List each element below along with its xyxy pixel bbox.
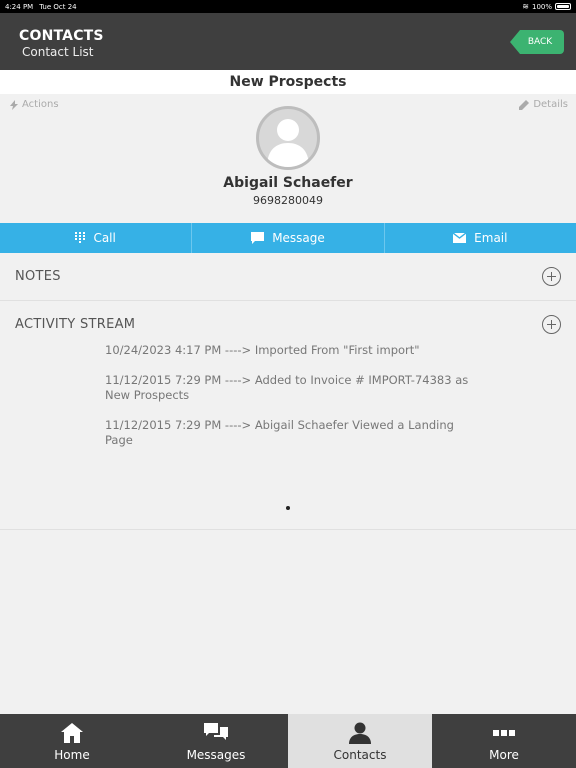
tab-messages[interactable]: Messages bbox=[144, 714, 288, 768]
avatar bbox=[256, 106, 320, 170]
add-activity-plus-icon[interactable] bbox=[542, 315, 561, 334]
email-label: Email bbox=[474, 231, 508, 245]
activity-title: ACTIVITY STREAM bbox=[15, 317, 136, 332]
header-title: CONTACTS bbox=[19, 28, 104, 44]
activity-item: 10/24/2023 4:17 PM ----> Imported From "… bbox=[105, 343, 420, 357]
details-label: Details bbox=[533, 99, 568, 110]
message-button[interactable]: Message bbox=[192, 223, 385, 253]
app-header: CONTACTS Contact List BACK bbox=[0, 13, 576, 70]
lightning-icon bbox=[10, 99, 18, 110]
page-indicator-dot bbox=[286, 506, 290, 510]
chat-bubble-icon bbox=[251, 232, 265, 244]
battery-percent: 100% bbox=[531, 2, 552, 11]
status-time: 4:24 PM bbox=[5, 2, 34, 11]
back-button[interactable]: BACK bbox=[510, 30, 564, 54]
notes-section: NOTES bbox=[0, 253, 576, 301]
messages-icon bbox=[204, 723, 228, 740]
envelope-icon bbox=[453, 233, 467, 243]
tab-more[interactable]: More bbox=[432, 714, 576, 768]
message-label: Message bbox=[272, 231, 325, 245]
tab-home-label: Home bbox=[54, 748, 90, 762]
actions-link[interactable]: Actions bbox=[10, 99, 59, 110]
tab-contacts-label: Contacts bbox=[333, 748, 387, 762]
details-link[interactable]: Details bbox=[519, 99, 568, 110]
pencil-icon bbox=[519, 99, 530, 110]
tab-contacts[interactable]: Contacts bbox=[288, 714, 432, 768]
more-dots-icon bbox=[493, 730, 515, 736]
notes-title: NOTES bbox=[15, 269, 61, 284]
header-subtitle: Contact List bbox=[22, 45, 94, 59]
home-icon bbox=[61, 723, 83, 743]
email-button[interactable]: Email bbox=[385, 223, 576, 253]
wifi-icon: ≋ bbox=[522, 2, 529, 11]
contact-phone[interactable]: 9698280049 bbox=[0, 194, 576, 207]
person-silhouette-icon bbox=[267, 119, 309, 167]
tab-more-label: More bbox=[489, 748, 519, 762]
activity-item: 11/12/2015 7:29 PM ----> Abigail Schaefe… bbox=[105, 418, 454, 447]
contact-action-bar: Call Message Email bbox=[0, 223, 576, 253]
keypad-icon bbox=[75, 232, 86, 243]
contact-name: Abigail Schaefer bbox=[223, 175, 353, 191]
tab-bar: Home Messages Contacts More bbox=[0, 714, 576, 768]
list-title: New Prospects bbox=[0, 70, 576, 94]
status-bar: 4:24 PM Tue Oct 24 ≋ 100% bbox=[0, 0, 576, 13]
tab-messages-label: Messages bbox=[186, 748, 246, 762]
tab-home[interactable]: Home bbox=[0, 714, 144, 768]
activity-section: ACTIVITY STREAM bbox=[0, 301, 576, 349]
add-note-plus-icon[interactable] bbox=[542, 267, 561, 286]
status-date: Tue Oct 24 bbox=[39, 2, 77, 11]
actions-label: Actions bbox=[22, 99, 59, 110]
battery-icon bbox=[555, 3, 571, 10]
divider bbox=[0, 529, 576, 530]
activity-item: 11/12/2015 7:29 PM ----> Added to Invoic… bbox=[105, 373, 469, 402]
person-icon bbox=[349, 722, 371, 744]
call-button[interactable]: Call bbox=[0, 223, 193, 253]
call-label: Call bbox=[93, 231, 116, 245]
